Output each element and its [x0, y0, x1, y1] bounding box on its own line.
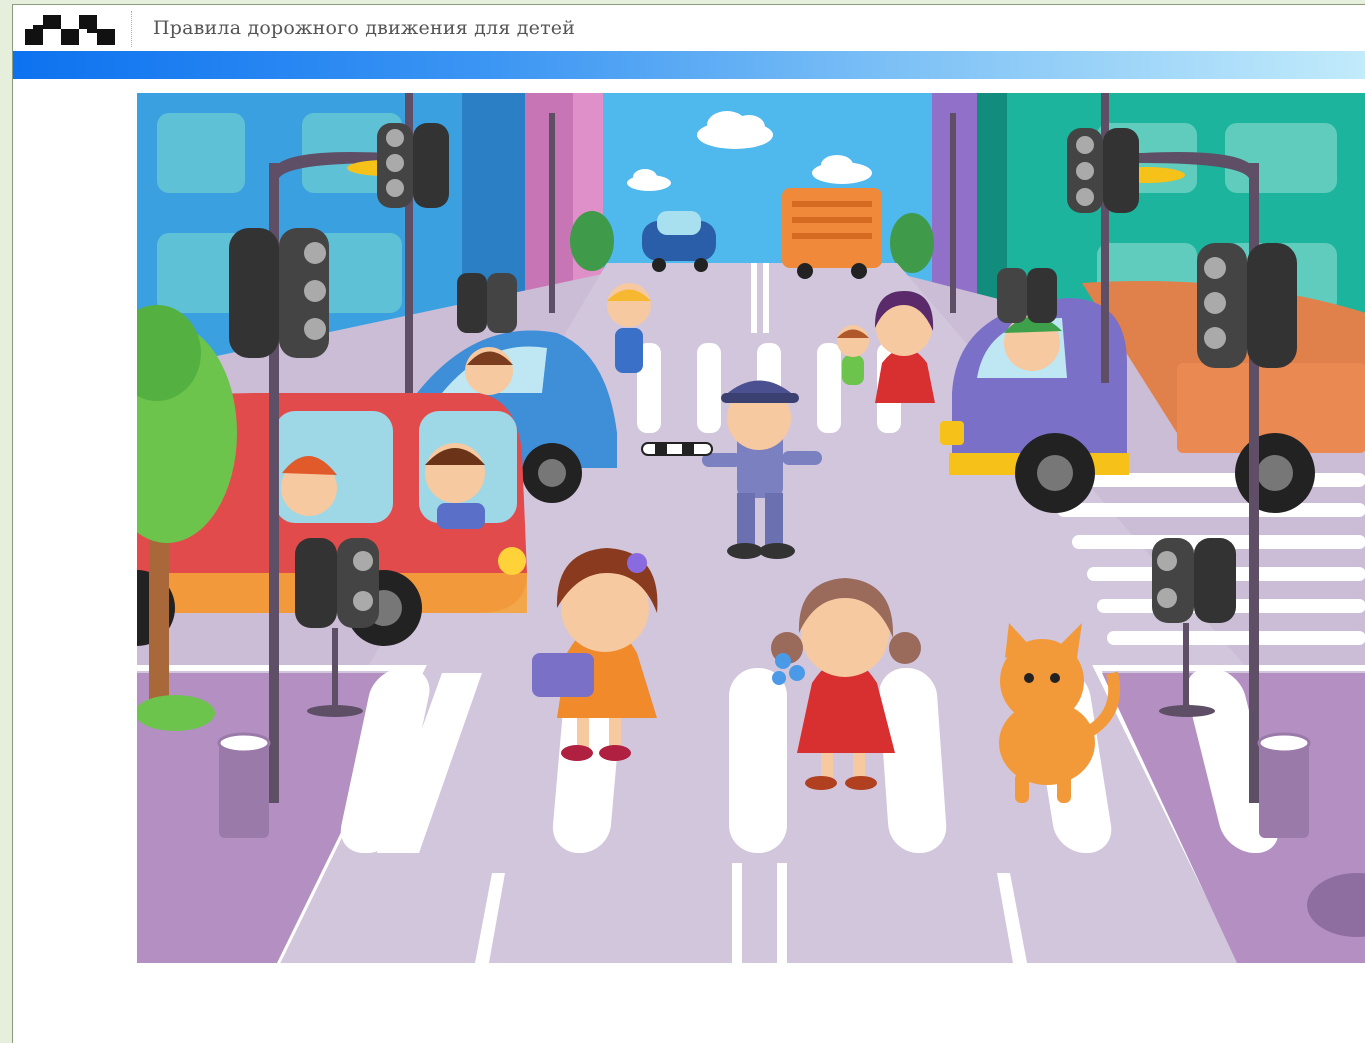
header-gradient-band: [13, 51, 1365, 79]
header-divider: [131, 11, 132, 47]
page-frame: Правила дорожного движения для детей: [12, 4, 1365, 1043]
site-header: Правила дорожного движения для детей: [13, 5, 1365, 51]
checkered-flag-icon: [25, 15, 115, 45]
crosswalk-scene-illustration: [137, 93, 1365, 963]
page-title: Правила дорожного движения для детей: [153, 17, 576, 39]
